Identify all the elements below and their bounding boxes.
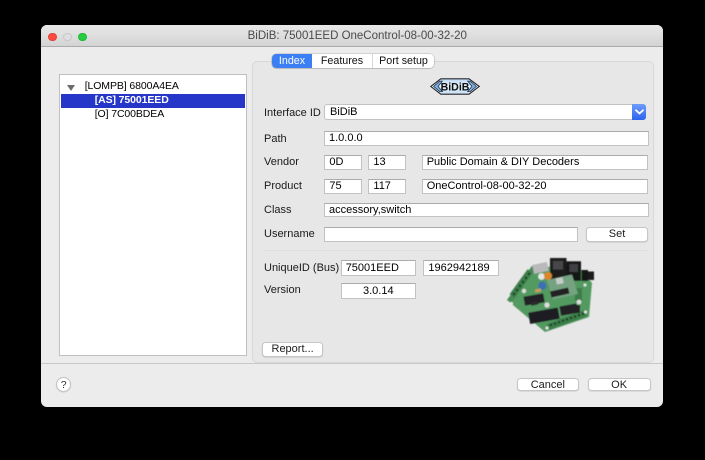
svg-text:BiDiB: BiDiB	[441, 81, 470, 93]
